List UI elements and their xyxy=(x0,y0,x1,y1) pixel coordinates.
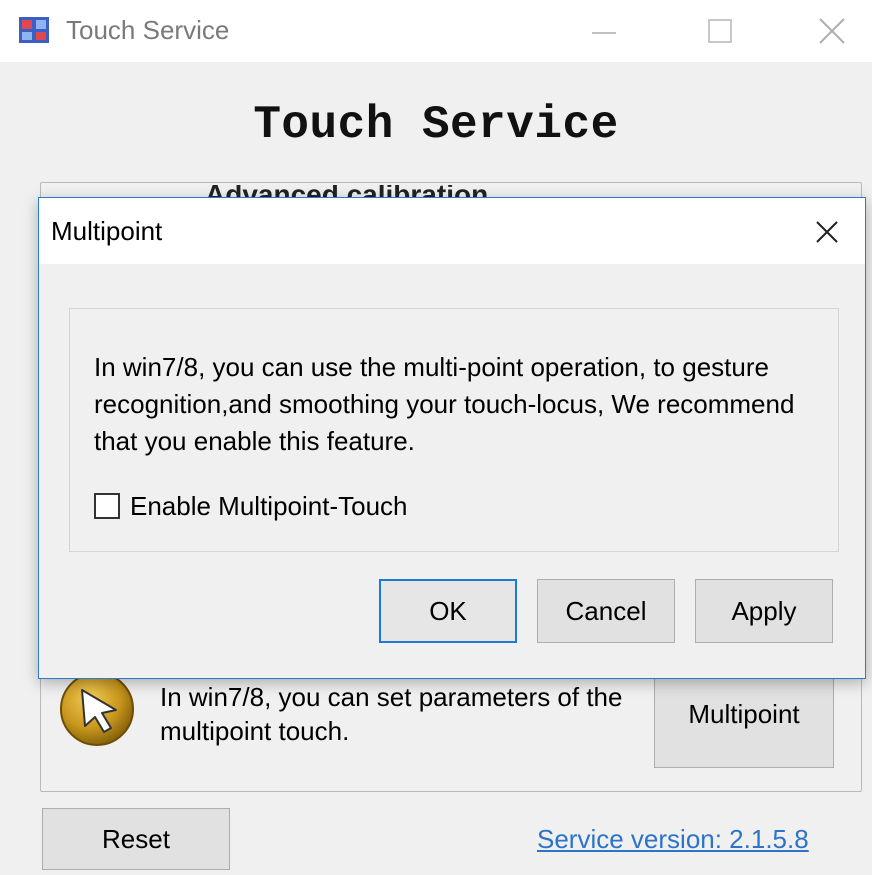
apply-button[interactable]: Apply xyxy=(695,579,833,643)
dialog-message: In win7/8, you can use the multi-point o… xyxy=(94,352,795,456)
reset-button[interactable]: Reset xyxy=(42,808,230,870)
dialog-close-icon[interactable] xyxy=(807,212,847,252)
window-title: Touch Service xyxy=(66,15,230,45)
touch-service-app-icon xyxy=(19,17,49,43)
minimize-icon[interactable] xyxy=(578,10,630,52)
title-bar: Touch Service xyxy=(0,0,872,62)
app-heading: Touch Service xyxy=(253,99,619,151)
dialog-title: Multipoint xyxy=(51,216,163,246)
enable-multipoint-label[interactable]: Enable Multipoint-Touch xyxy=(130,491,408,522)
enable-multipoint-checkbox[interactable] xyxy=(94,493,120,519)
multipoint-dialog: Multipoint In win7/8, you can use the mu… xyxy=(38,197,866,679)
dialog-title-bar: Multipoint xyxy=(39,198,865,264)
cancel-button[interactable]: Cancel xyxy=(537,579,675,643)
multipoint-description: In win7/8, you can set parameters of the… xyxy=(160,682,623,746)
cursor-arrow-icon xyxy=(60,672,134,746)
multipoint-groupbox: In win7/8, you can use the multi-point o… xyxy=(69,308,839,552)
close-icon[interactable] xyxy=(806,10,858,52)
ok-button[interactable]: OK xyxy=(379,579,517,643)
enable-multipoint-checkbox-row[interactable]: Enable Multipoint-Touch xyxy=(94,489,408,523)
service-version-link[interactable]: Service version: 2.1.5.8 xyxy=(537,824,809,855)
maximize-icon[interactable] xyxy=(694,10,746,52)
